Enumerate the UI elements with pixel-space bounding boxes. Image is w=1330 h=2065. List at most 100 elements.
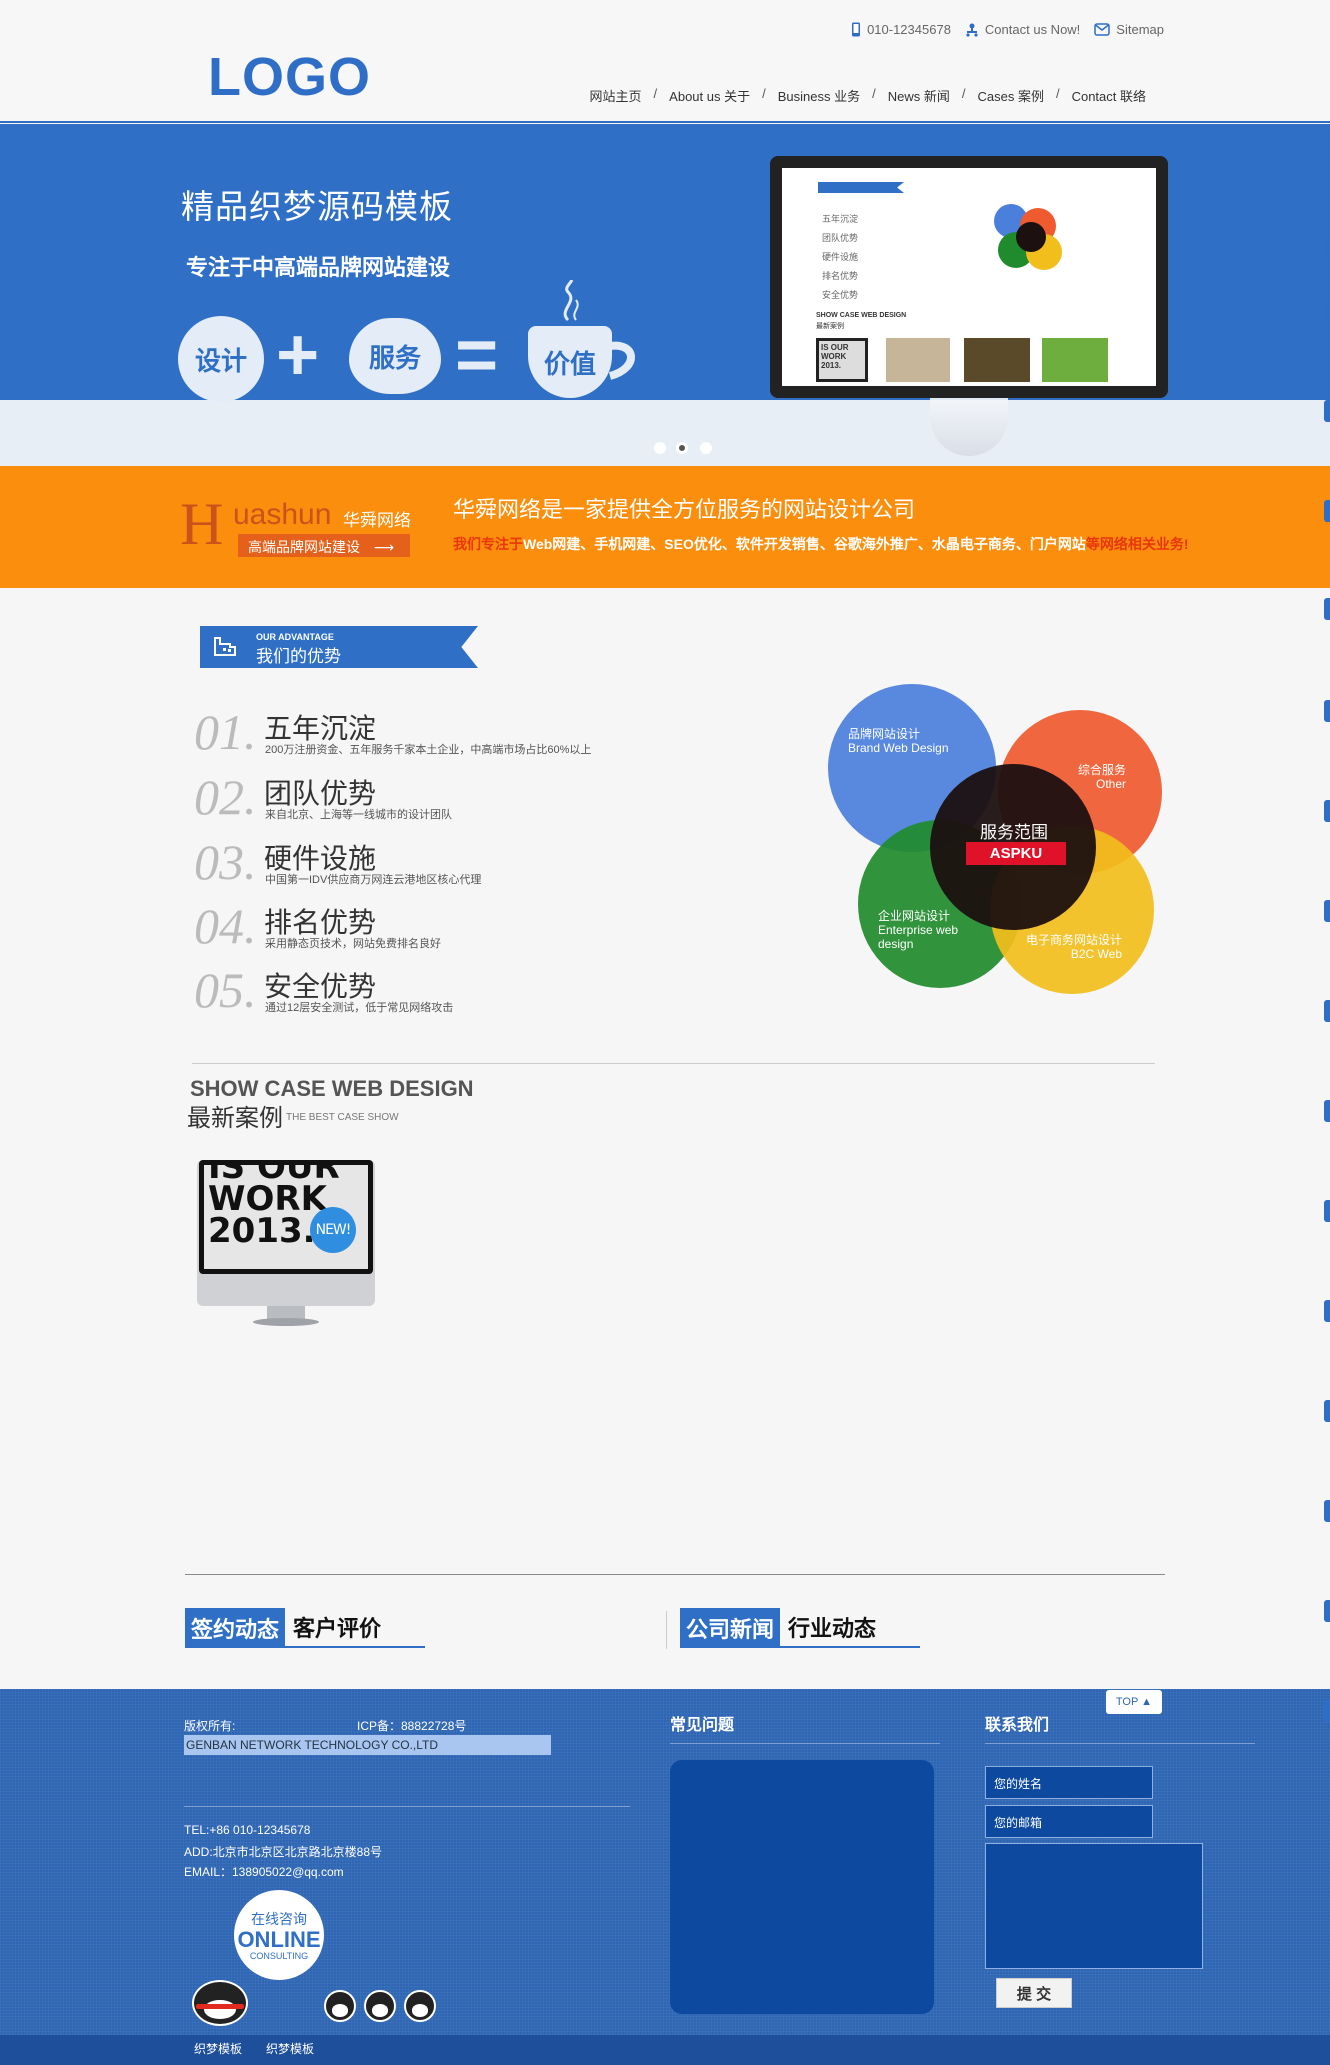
edge-tab bbox=[1324, 236, 1330, 258]
brand-design-en: Brand Web Design bbox=[848, 740, 949, 755]
signing-tabs: 签约动态 客户评价 bbox=[185, 1608, 425, 1648]
message-textarea[interactable] bbox=[985, 1843, 1203, 1969]
promo-logo-h: H bbox=[180, 491, 224, 557]
back-to-top-button[interactable]: TOP ▲ bbox=[1106, 1690, 1162, 1714]
edge-tab bbox=[1324, 1200, 1330, 1222]
tab-company-news[interactable]: 公司新闻 bbox=[680, 1608, 781, 1646]
brand-design-label: 品牌网站设计 Brand Web Design bbox=[848, 727, 949, 756]
tab-industry-news[interactable]: 行业动态 bbox=[780, 1611, 884, 1643]
footer-link[interactable]: 织梦模板 bbox=[266, 2040, 314, 2057]
online-cn: 在线咨询 bbox=[251, 1911, 307, 1927]
b2c-design-label: 电子商务网站设计 B2C Web bbox=[1026, 933, 1123, 962]
footer-divider bbox=[184, 1806, 630, 1807]
service-scope-title: 服务范围 bbox=[980, 823, 1048, 842]
email-input[interactable]: 您的邮箱 bbox=[985, 1805, 1153, 1838]
steam-icon bbox=[563, 280, 579, 322]
site-logo[interactable]: LOGO bbox=[208, 46, 371, 108]
promo-logo-name: uashun bbox=[233, 498, 332, 531]
phone-number: 010-12345678 bbox=[867, 22, 951, 37]
slide-dot-2[interactable] bbox=[676, 442, 688, 454]
people-icon bbox=[966, 23, 978, 37]
qq-penguin-icon[interactable] bbox=[364, 1990, 396, 2022]
edge-tab bbox=[1324, 1000, 1330, 1022]
nav-about[interactable]: About us 关于 bbox=[657, 86, 762, 105]
nav-contact[interactable]: Contact 联络 bbox=[1060, 86, 1158, 105]
footer-link[interactable]: 织梦模板 bbox=[194, 2040, 242, 2057]
enterprise-design-en: Enterprise web design bbox=[878, 922, 959, 951]
contact-link-label: Contact us Now! bbox=[984, 22, 1081, 37]
advantage-number: 03. bbox=[194, 834, 257, 890]
qq-penguin-icon[interactable] bbox=[324, 1990, 356, 2022]
edge-tab bbox=[1324, 1100, 1330, 1122]
other-service-cn: 综合服务 bbox=[1078, 763, 1127, 777]
thumb-monitor-bezel: IS OUR WORK 2013. NEW! bbox=[199, 1160, 373, 1274]
qq-penguin-icon[interactable] bbox=[404, 1990, 436, 2022]
icp-number: ICP备：88822728号 bbox=[357, 1719, 467, 1733]
nav-news[interactable]: News 新闻 bbox=[876, 86, 962, 105]
screen-item: 排名优势 bbox=[822, 271, 859, 281]
nav-cases[interactable]: Cases 案例 bbox=[965, 86, 1055, 105]
promo-logo-tag: 高端品牌网站建设 ⟶ bbox=[238, 534, 410, 557]
edge-tab bbox=[1324, 900, 1330, 922]
advantage-number: 05. bbox=[194, 962, 257, 1018]
plus-sign: + bbox=[276, 313, 320, 396]
screen-adv-list: 五年沉淀 团队优势 硬件设施 排名优势 安全优势 bbox=[822, 210, 858, 305]
b2c-design-en: B2C Web bbox=[1070, 946, 1123, 961]
edge-tab bbox=[1324, 700, 1330, 722]
faq-list bbox=[670, 1760, 934, 2014]
contact-divider bbox=[985, 1743, 1255, 1744]
nav-business[interactable]: Business 业务 bbox=[766, 86, 872, 105]
cup-handle-icon bbox=[608, 341, 635, 380]
faq-title: 常见问题 bbox=[670, 1717, 735, 1734]
submit-button[interactable]: 提 交 bbox=[996, 1978, 1072, 2008]
edge-tab bbox=[1324, 300, 1330, 322]
contact-link[interactable]: Contact us Now! bbox=[965, 22, 1080, 37]
arrow-right-icon: ⟶ bbox=[373, 539, 394, 555]
advantage-desc: 采用静态页技术，网站免费排名良好 bbox=[265, 938, 441, 950]
edge-tab bbox=[1324, 1300, 1330, 1322]
tab-signing-news[interactable]: 签约动态 bbox=[185, 1608, 286, 1646]
qq-scarf bbox=[196, 2004, 244, 2009]
sitemap-link[interactable]: Sitemap bbox=[1094, 22, 1164, 37]
screen-thumb-1: IS OUR WORK 2013. bbox=[816, 338, 868, 382]
screen-thumb-4 bbox=[1042, 338, 1108, 382]
sitemap-link-label: Sitemap bbox=[1116, 22, 1164, 37]
brand-design-cn: 品牌网站设计 bbox=[848, 727, 921, 741]
promo-desc-pre: 我们专注于 bbox=[453, 536, 523, 552]
promo-logo-cn: 华舜网络 bbox=[343, 511, 411, 530]
monitor-mockup: 五年沉淀 团队优势 硬件设施 排名优势 安全优势 SHOW CASE WEB D… bbox=[770, 156, 1168, 398]
faq-divider bbox=[670, 1743, 940, 1744]
promo-desc-post: 等网络相关业务! bbox=[1085, 536, 1189, 552]
advantage-desc: 来自北京、上海等一线城市的设计团队 bbox=[265, 809, 452, 821]
banner-footer-band bbox=[0, 400, 1330, 466]
slide-dot-1[interactable] bbox=[654, 442, 666, 454]
cases-title-cn: 最新案例 bbox=[187, 1105, 283, 1132]
online-en: ONLINE bbox=[237, 1927, 321, 1952]
edge-tab bbox=[1324, 800, 1330, 822]
screen-item: 硬件设施 bbox=[822, 252, 859, 262]
service-heart: 服务 bbox=[349, 318, 441, 394]
screen-case-cn: 最新案例 bbox=[816, 323, 844, 330]
slide-dot-3[interactable] bbox=[700, 442, 712, 454]
service-scope-brand: ASPKU bbox=[966, 842, 1066, 865]
contact-title: 联系我们 bbox=[985, 1717, 1050, 1734]
thumb-screen: IS OUR WORK 2013. NEW! bbox=[204, 1165, 368, 1269]
online-consulting-bubble[interactable]: 在线咨询 ONLINE CONSULTING bbox=[234, 1890, 324, 1980]
advantage-desc: 通过12层安全测试，低于常见网络攻击 bbox=[265, 1002, 454, 1014]
promo-desc-services: Web网建、手机网建、SEO优化、软件开发销售、谷歌海外推广、水晶电子商务、门户… bbox=[523, 536, 1086, 552]
other-service-label: 综合服务 Other bbox=[1078, 763, 1127, 792]
factory-icon bbox=[214, 637, 236, 656]
banner-subtitle: 专注于中高端品牌网站建设 bbox=[186, 255, 451, 280]
screen-item: 安全优势 bbox=[822, 290, 859, 300]
nav-home[interactable]: 网站主页 bbox=[578, 86, 654, 105]
screen-circle-center bbox=[1016, 222, 1046, 252]
design-bubble: 设计 bbox=[178, 316, 264, 402]
edge-tab bbox=[1324, 1700, 1330, 1722]
name-input[interactable]: 您的姓名 bbox=[985, 1766, 1153, 1799]
screen-case-en: SHOW CASE WEB DESIGN bbox=[816, 312, 907, 319]
case-thumbnail[interactable]: IS OUR WORK 2013. NEW! bbox=[197, 1160, 375, 1330]
footer-address: ADD:北京市北京区北京路北京楼88号 bbox=[184, 1845, 383, 1859]
tab-customer-reviews[interactable]: 客户评价 bbox=[285, 1611, 389, 1643]
news-tabs: 公司新闻 行业动态 bbox=[680, 1608, 920, 1648]
qq-penguin-icon[interactable] bbox=[192, 1980, 248, 2026]
